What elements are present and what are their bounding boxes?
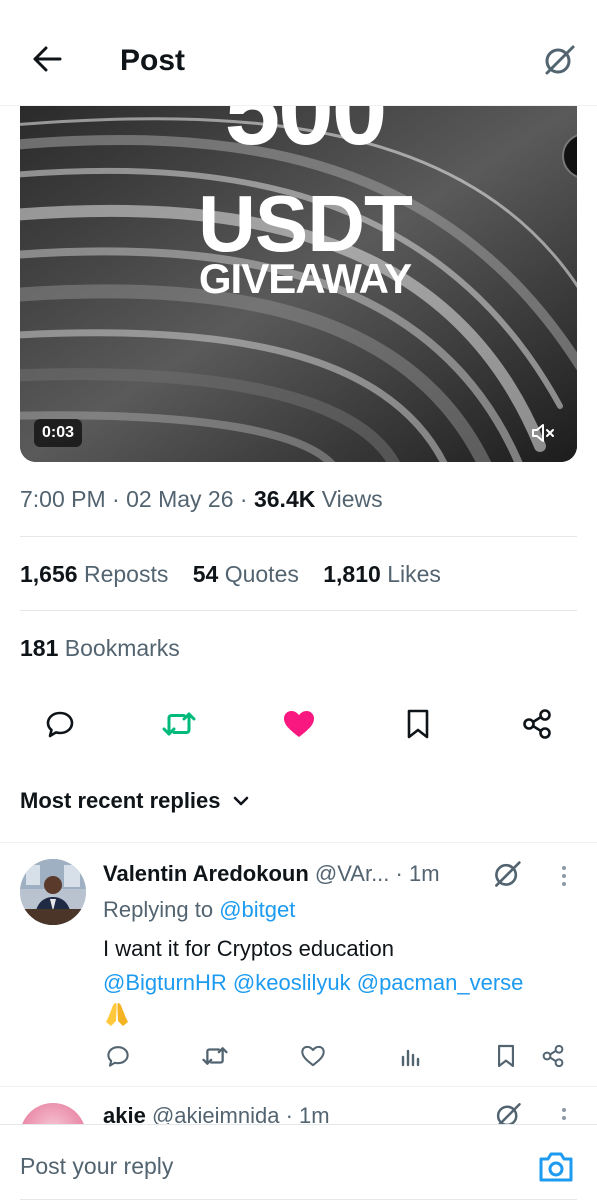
bookmark-button[interactable] xyxy=(491,1041,521,1071)
divider xyxy=(20,610,577,611)
reply-mentions[interactable]: @BigturnHR @keoslilyuk @pacman_verse xyxy=(103,966,583,1000)
reply-text: I want it for Cryptos education @Bigturn… xyxy=(103,932,583,1038)
giveaway-amount: 500 xyxy=(224,106,388,166)
quotes-label: Quotes xyxy=(224,561,299,587)
camera-icon xyxy=(539,1152,573,1182)
replying-prefix: Replying to xyxy=(103,897,214,922)
giveaway-currency: USDT xyxy=(198,179,413,268)
reply-sort-dropdown[interactable]: Most recent replies xyxy=(20,788,249,814)
bookmark-button[interactable] xyxy=(398,704,438,744)
repost-button[interactable] xyxy=(159,704,199,744)
repost-icon xyxy=(162,712,196,736)
post-video[interactable]: 500 USDT GIVEAWAY 0:03 xyxy=(20,106,577,462)
views-count: 36.4K xyxy=(253,486,316,512)
post-date: 02 May 26 xyxy=(126,486,234,512)
share-button[interactable] xyxy=(517,704,557,744)
grok-icon xyxy=(496,1103,521,1126)
mute-button[interactable] xyxy=(529,418,559,448)
repost-button[interactable] xyxy=(200,1041,230,1071)
reply-author: akie @akieimnida · 1m xyxy=(103,1103,330,1126)
top-bar: Post xyxy=(0,0,597,106)
bookmark-icon xyxy=(498,1044,514,1068)
more-vertical-icon xyxy=(562,866,566,886)
avatar-image xyxy=(20,859,86,925)
reply-time: · 1m xyxy=(395,861,440,886)
views-button[interactable] xyxy=(396,1041,426,1071)
author-handle[interactable]: @akieimnida xyxy=(152,1103,280,1126)
reply-button[interactable] xyxy=(103,1041,133,1071)
grok-icon xyxy=(495,861,521,887)
chevron-down-icon xyxy=(233,796,248,806)
post-time: 7:00 PM xyxy=(20,486,106,512)
quotes-stat[interactable]: 54 Quotes xyxy=(193,561,299,587)
giveaway-label: GIVEAWAY xyxy=(198,255,412,302)
reply-item[interactable]: akie @akieimnida · 1m xyxy=(0,1086,597,1126)
repost-icon xyxy=(202,1047,228,1065)
back-button[interactable] xyxy=(28,40,66,78)
like-button[interactable] xyxy=(279,704,319,744)
heart-filled-icon xyxy=(284,711,314,737)
post-meta: 7:00 PM · 02 May 26 · 36.4K Views xyxy=(20,486,383,513)
avatar[interactable] xyxy=(20,1103,86,1126)
divider xyxy=(20,536,577,537)
more-options-button[interactable] xyxy=(556,1103,572,1126)
share-icon xyxy=(542,1044,564,1068)
reply-body: I want it for Cryptos education xyxy=(103,936,395,961)
replying-to-handle[interactable]: @bitget xyxy=(219,897,295,922)
author-name[interactable]: Valentin Aredokoun xyxy=(103,861,309,886)
bookmark-icon xyxy=(407,709,429,739)
avatar[interactable] xyxy=(20,859,86,925)
grok-button[interactable] xyxy=(492,859,522,889)
replying-to: Replying to @bitget xyxy=(103,897,295,923)
likes-count: 1,810 xyxy=(323,561,381,587)
folded-hands-emoji-icon xyxy=(106,1003,128,1026)
author-name[interactable]: akie xyxy=(103,1103,146,1126)
quotes-count: 54 xyxy=(192,561,219,587)
heart-icon xyxy=(301,1045,325,1067)
reposts-stat[interactable]: 1,656 Reposts xyxy=(20,561,168,587)
camera-button[interactable] xyxy=(537,1149,575,1185)
volume-muted-icon xyxy=(532,424,554,442)
video-duration: 0:03 xyxy=(34,419,83,447)
likes-label: Likes xyxy=(387,561,441,587)
arrow-left-icon xyxy=(33,46,62,72)
views-label: Views xyxy=(321,486,383,512)
page-title: Post xyxy=(120,44,186,77)
grok-button[interactable] xyxy=(494,1101,522,1126)
reply-sort-label: Most recent replies xyxy=(20,788,221,813)
bookmarks-stat[interactable]: 181 Bookmarks xyxy=(20,635,180,662)
reply-button[interactable] xyxy=(40,704,80,744)
analytics-icon xyxy=(401,1049,420,1067)
grok-button[interactable] xyxy=(541,42,577,78)
reply-icon xyxy=(107,1046,129,1067)
author-handle[interactable]: @VAr... xyxy=(315,861,390,886)
likes-stat[interactable]: 1,810 Likes xyxy=(323,561,441,587)
reply-author: Valentin Aredokoun @VAr... · 1m xyxy=(103,861,440,887)
bookmarks-label: Bookmarks xyxy=(64,635,180,661)
reply-emoji xyxy=(103,1000,583,1038)
engagement-stats: 1,656 Reposts 54 Quotes 1,810 Likes xyxy=(20,561,459,588)
meta-separator: · xyxy=(112,486,120,512)
like-button[interactable] xyxy=(298,1041,328,1071)
reposts-label: Reposts xyxy=(83,561,169,587)
bookmarks-count: 181 xyxy=(20,635,59,661)
share-icon xyxy=(523,709,551,739)
more-vertical-icon xyxy=(562,1108,566,1126)
reply-input[interactable]: Post your reply xyxy=(20,1153,173,1180)
meta-separator: · xyxy=(239,486,248,512)
more-options-button[interactable] xyxy=(556,861,572,891)
share-button[interactable] xyxy=(538,1041,568,1071)
reply-icon xyxy=(46,711,74,738)
reply-composer: Post your reply xyxy=(0,1124,597,1200)
reply-item[interactable]: Valentin Aredokoun @VAr... · 1m Replying… xyxy=(0,842,597,1086)
grok-icon xyxy=(545,45,575,75)
reposts-count: 1,656 xyxy=(20,561,78,587)
reply-time: · 1m xyxy=(285,1103,330,1126)
